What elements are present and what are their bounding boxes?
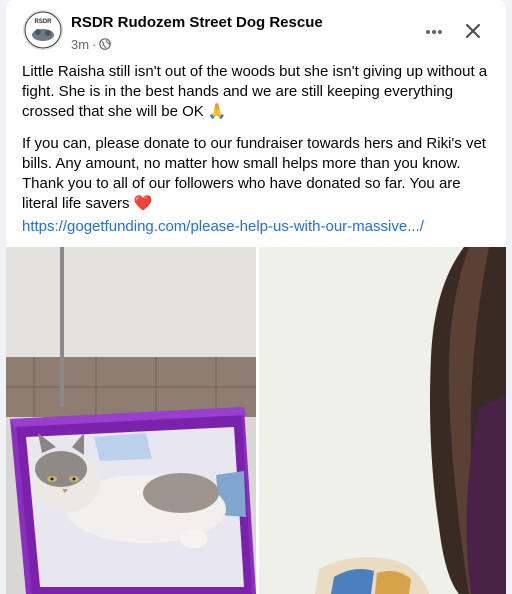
post-paragraph: Little Raisha still isn't out of the woo… (22, 63, 488, 120)
cat-photo-image (6, 247, 256, 594)
post-header: RSDR RSDR Rudozem Street Dog Rescue 3m · (6, 0, 506, 60)
more-dots-icon (426, 30, 442, 34)
post-meta: 3m · (71, 36, 112, 52)
photo-person-in-clinic[interactable] (259, 247, 506, 594)
close-button[interactable] (458, 16, 488, 46)
post-paragraph: If you can, please donate to our fundrai… (22, 135, 486, 212)
page-avatar[interactable]: RSDR (23, 10, 63, 50)
meta-separator: · (92, 36, 97, 52)
post-card: RSDR RSDR Rudozem Street Dog Rescue 3m · (6, 0, 506, 594)
fundraiser-link[interactable]: https://gogetfunding.com/please-help-us-… (22, 217, 424, 237)
close-icon (465, 23, 481, 39)
avatar-text: RSDR (34, 19, 52, 25)
page-logo: RSDR (24, 11, 62, 49)
page-name-link[interactable]: RSDR Rudozem Street Dog Rescue (71, 14, 323, 31)
post-body: Little Raisha still isn't out of the woo… (22, 62, 492, 226)
person-photo-image (259, 247, 506, 594)
globe-icon[interactable] (99, 38, 112, 50)
post-timestamp[interactable]: 3m (71, 37, 89, 52)
photo-cat-in-basket[interactable] (6, 247, 256, 594)
more-options-button[interactable] (420, 18, 448, 46)
